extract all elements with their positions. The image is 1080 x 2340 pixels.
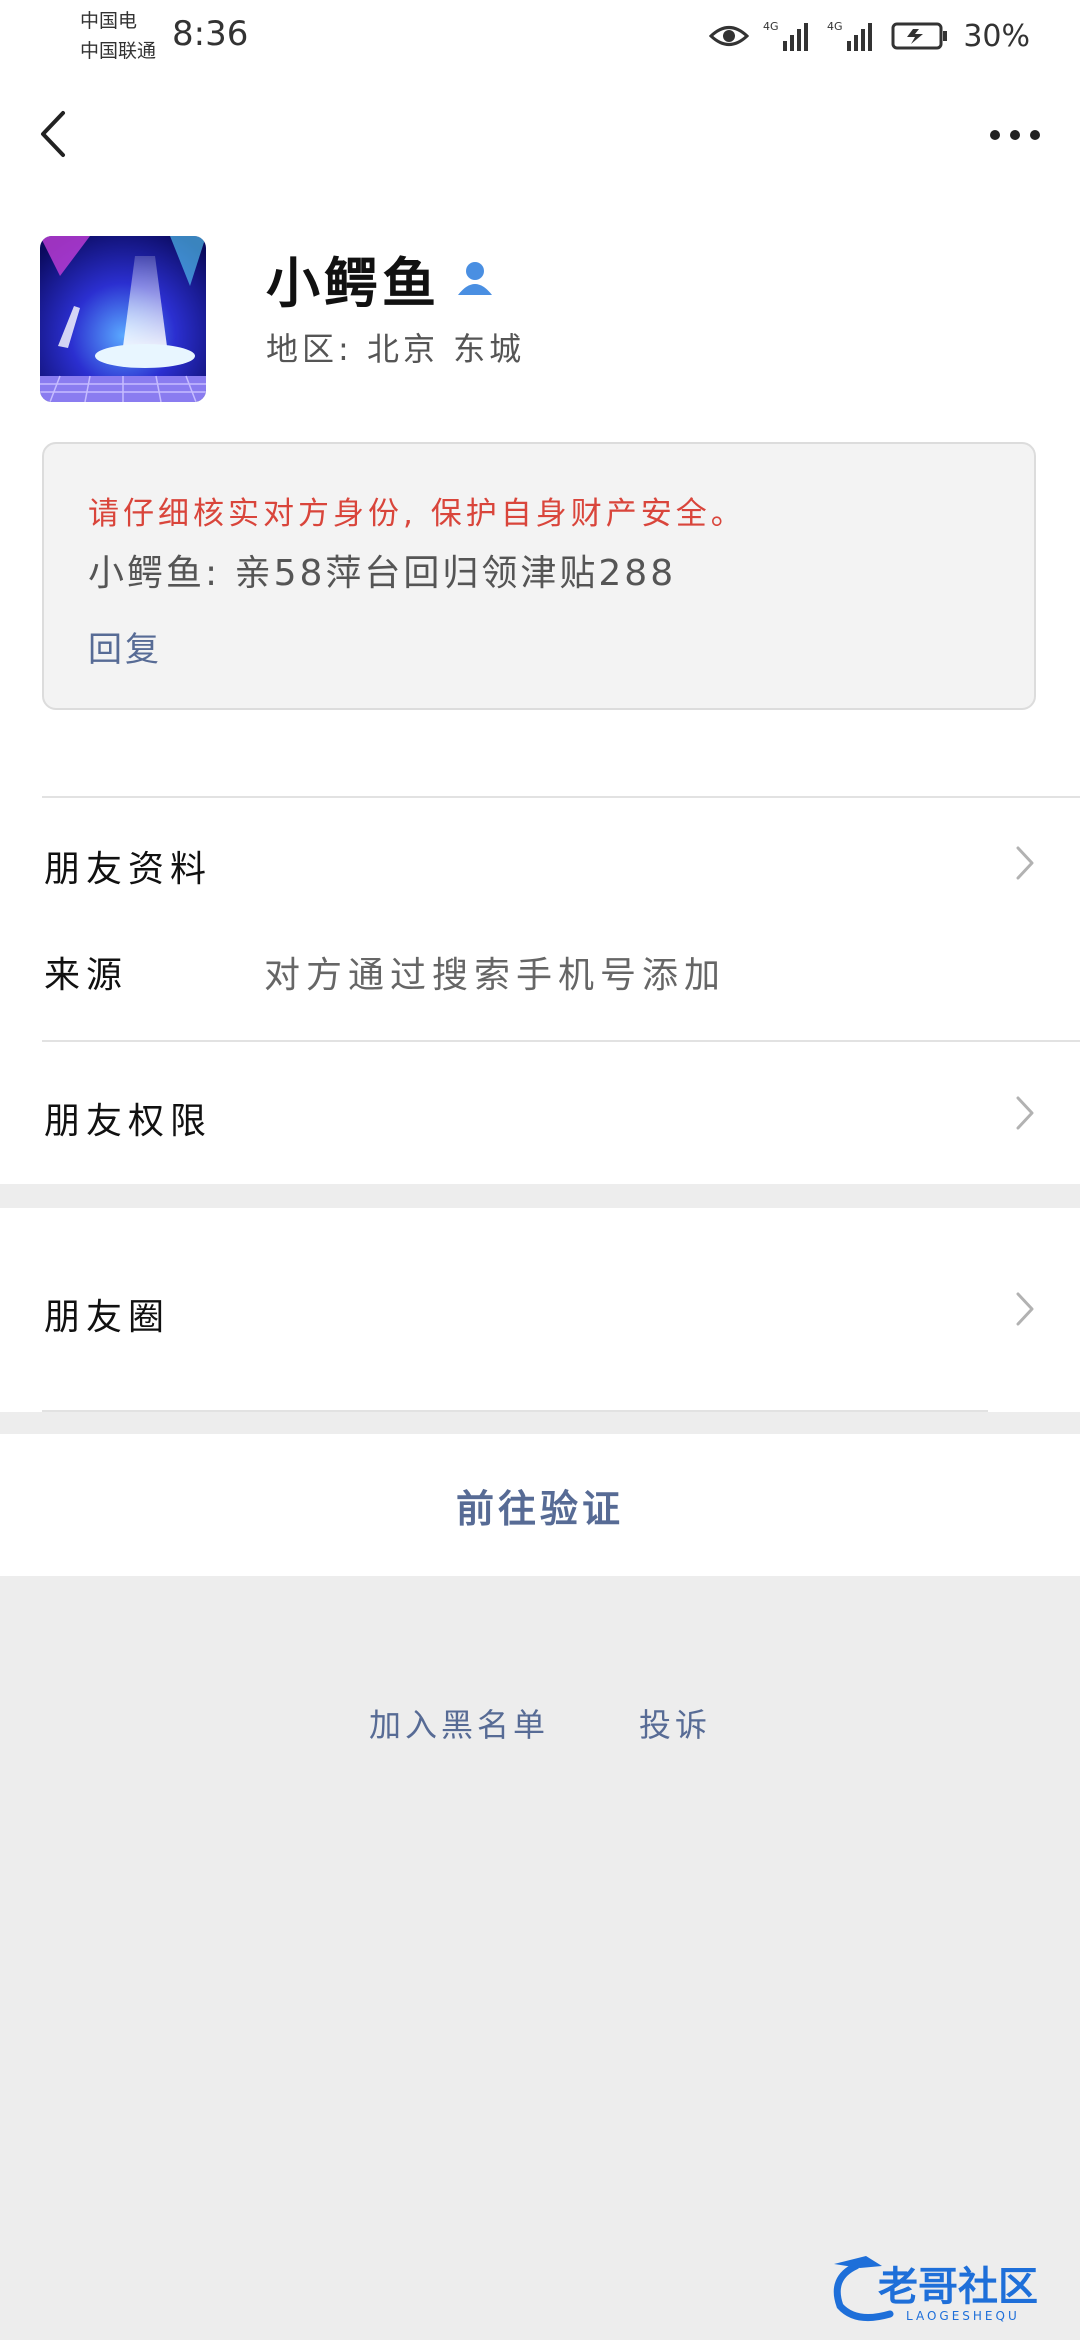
status-time: 8:36 [172,14,249,54]
watermark-logo: 老哥社区 LAOGESHEQU [826,2248,1066,2328]
battery-percent: 30% [963,18,1030,54]
source-value: 对方通过搜索手机号添加 [264,955,727,996]
security-warning: 请仔细核实对方身份, 保护自身财产安全。 [88,496,746,532]
moments-row[interactable]: 朋友圈 [0,1208,1080,1412]
verify-button[interactable]: 前往验证 [0,1434,1080,1576]
chevron-right-icon [1016,846,1034,880]
avatar[interactable] [40,236,206,402]
chevron-right-icon [1016,1292,1034,1326]
battery-icon [891,22,948,50]
report-link[interactable]: 投诉 [639,1700,711,1746]
chevron-right-icon [1016,1096,1034,1130]
carrier-1: 中国电 [80,10,138,32]
source-label: 来源 [44,955,129,996]
nickname: 小鳄鱼 [266,251,440,315]
divider [42,1410,988,1412]
friend-info-row[interactable]: 朋友资料 [0,798,1080,926]
signal-icon-2: 4G [827,20,873,51]
carrier-2: 中国联通 [80,40,157,62]
friend-info-label: 朋友资料 [44,849,213,890]
status-icons: 4G 4G 30% [709,16,1030,56]
watermark-text: 老哥社区 [878,2264,1038,2310]
region: 地区: 北京 东城 [266,330,526,368]
eye-icon [709,26,750,46]
friend-permissions-label: 朋友权限 [44,1101,213,1142]
carrier-info: 中国电 中国联通 [80,6,156,66]
status-bar: 中国电 中国联通 8:36 4G 4G 30% [0,0,1080,72]
moments-label: 朋友圈 [44,1297,171,1338]
chevron-left-icon [41,111,65,157]
friend-info-group: 朋友资料 来源 对方通过搜索手机号添加 [0,796,1080,1040]
bottom-links: 加入黑名单 投诉 [0,1700,1080,1746]
profile-card: 小鳄鱼 地区: 北京 东城 请仔细核实对方身份, 保护自身财产安全。 小鳄鱼: … [0,198,1080,796]
more-button[interactable] [980,112,1050,158]
svg-text:4G: 4G [827,20,843,33]
divider [42,1040,1080,1042]
message-notice: 请仔细核实对方身份, 保护自身财产安全。 小鳄鱼: 亲58萍台回归领津贴288 … [42,442,1036,710]
watermark-subtext: LAOGESHEQU [906,2309,1020,2323]
back-button[interactable] [30,102,74,166]
top-nav [0,72,1080,198]
svg-text:4G: 4G [763,20,779,33]
more-horizontal-icon [990,130,1040,140]
blacklist-link[interactable]: 加入黑名单 [369,1700,549,1746]
greeting-message: 小鳄鱼: 亲58萍台回归领津贴288 [88,553,677,594]
reply-link[interactable]: 回复 [88,622,162,671]
friend-permissions-row[interactable]: 朋友权限 [0,1040,1080,1184]
signal-icon: 4G [763,20,809,51]
user-icon [458,262,492,295]
nickname-row: 小鳄鱼 [266,238,494,318]
